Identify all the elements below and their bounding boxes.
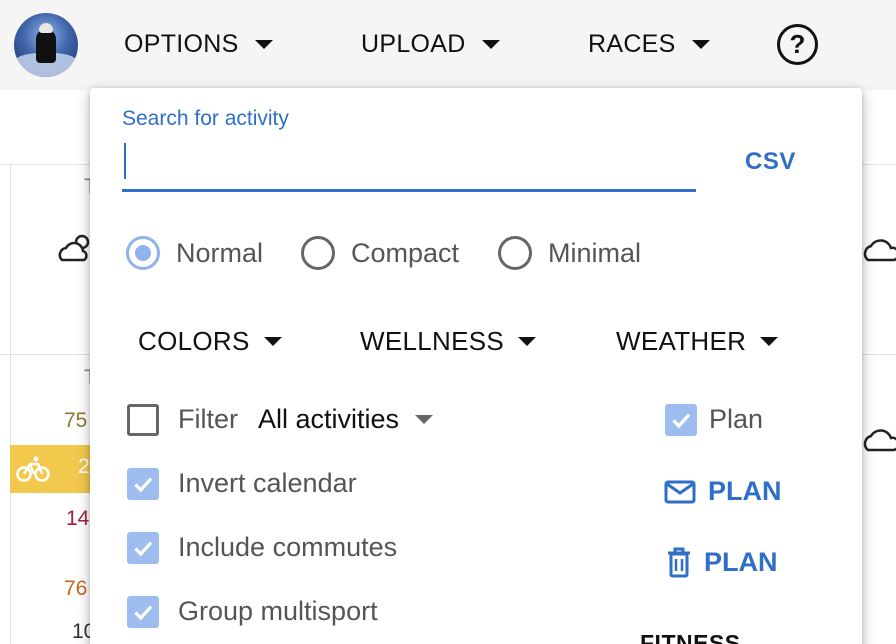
weather-menu-label: WEATHER	[616, 326, 747, 356]
filter-select[interactable]: All activities	[258, 404, 434, 435]
filter-select-value: All activities	[258, 404, 400, 434]
races-menu-button[interactable]: RACES	[588, 27, 710, 61]
radio-selected-icon[interactable]	[126, 236, 160, 270]
chevron-down-icon	[254, 39, 273, 49]
chevron-down-icon	[518, 337, 537, 346]
bike-icon	[16, 456, 50, 482]
csv-button[interactable]: CSV	[745, 148, 796, 176]
calendar-value: 75	[64, 409, 88, 432]
mail-icon	[664, 480, 696, 503]
email-plan-label: PLAN	[708, 476, 782, 506]
group-multisport-checkbox[interactable]	[127, 596, 159, 628]
chevron-down-icon	[481, 39, 500, 49]
group-multisport-label: Group multisport	[178, 596, 378, 626]
filter-label: Filter	[178, 404, 238, 434]
invert-calendar-label: Invert calendar	[178, 468, 357, 498]
calendar-value: 76	[64, 577, 88, 600]
avatar-rider	[36, 29, 56, 63]
cloud-icon	[863, 429, 896, 452]
upload-menu-button[interactable]: UPLOAD	[361, 27, 500, 61]
email-plan-button[interactable]: PLAN	[664, 476, 782, 507]
chevron-down-icon	[691, 39, 710, 49]
upload-menu-label: UPLOAD	[361, 29, 466, 58]
wellness-menu-button[interactable]: WELLNESS	[360, 326, 537, 357]
plan-checkbox[interactable]	[665, 404, 697, 436]
colors-menu-button[interactable]: COLORS	[138, 326, 282, 357]
checkmark-icon	[134, 541, 153, 557]
view-mode-minimal[interactable]: Minimal	[498, 233, 641, 273]
filter-checkbox[interactable]	[127, 404, 159, 436]
races-menu-label: RACES	[588, 29, 676, 58]
radio-unselected-icon[interactable]	[301, 236, 335, 270]
checkmark-icon	[134, 477, 153, 493]
top-bar: OPTIONS UPLOAD RACES ?	[0, 0, 896, 90]
chevron-down-icon	[760, 337, 779, 346]
view-mode-label: Compact	[351, 237, 460, 268]
activity-value: 2	[78, 455, 90, 478]
checkmark-icon	[134, 605, 153, 621]
weather-menu-button[interactable]: WEATHER	[616, 326, 779, 357]
view-mode-normal[interactable]: Normal	[126, 233, 263, 273]
calendar-column-divider	[10, 164, 11, 644]
checkmark-icon	[672, 413, 691, 429]
wellness-menu-label: WELLNESS	[360, 326, 505, 356]
search-input[interactable]	[122, 140, 696, 192]
text-cursor	[124, 143, 126, 179]
plan-checkbox-label: Plan	[709, 404, 764, 434]
chevron-down-icon	[263, 337, 282, 346]
view-mode-label: Minimal	[548, 237, 642, 268]
activity-bar[interactable]: 2	[10, 445, 92, 493]
chevron-down-icon	[415, 415, 434, 424]
include-commutes-label: Include commutes	[178, 532, 398, 562]
calendar-value: 14	[66, 507, 90, 530]
options-menu-label: OPTIONS	[124, 29, 239, 58]
options-menu-button[interactable]: OPTIONS	[124, 27, 273, 61]
user-avatar[interactable]	[14, 13, 78, 77]
invert-calendar-checkbox[interactable]	[127, 468, 159, 500]
cloud-icon	[863, 239, 896, 262]
options-dropdown-panel: Search for activity CSV Normal Compact M…	[90, 88, 862, 644]
trash-icon	[668, 547, 690, 578]
delete-plan-label: PLAN	[704, 546, 778, 577]
avatar-helmet	[39, 23, 53, 33]
include-commutes-checkbox[interactable]	[127, 532, 159, 564]
delete-plan-button[interactable]: PLAN	[666, 546, 778, 578]
search-label: Search for activity	[122, 107, 289, 130]
view-mode-compact[interactable]: Compact	[301, 233, 459, 273]
view-mode-label: Normal	[176, 237, 264, 268]
fitness-section-label: FITNESS	[640, 630, 741, 644]
radio-unselected-icon[interactable]	[498, 236, 532, 270]
help-icon[interactable]: ?	[777, 24, 818, 65]
colors-menu-label: COLORS	[138, 326, 250, 356]
